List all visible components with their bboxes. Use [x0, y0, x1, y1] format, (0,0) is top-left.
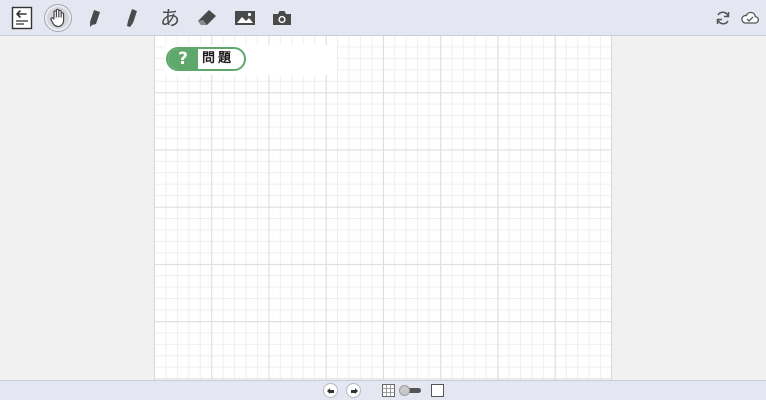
marker-icon: [127, 9, 137, 27]
back-to-list-icon: [11, 6, 33, 30]
hand-tool-button[interactable]: [44, 4, 72, 32]
toggle-knob: [399, 385, 410, 396]
hand-icon: [50, 8, 65, 28]
back-to-list-button[interactable]: [8, 4, 36, 32]
redo-button[interactable]: [346, 383, 361, 398]
eraser-tool-button[interactable]: [193, 4, 221, 32]
blank-page-icon[interactable]: [431, 384, 444, 397]
question-card[interactable]: ? 問題: [165, 45, 337, 75]
cloud-button[interactable]: [736, 4, 764, 32]
marker-tool-button[interactable]: [118, 4, 146, 32]
bottom-toolbar: [0, 380, 766, 400]
camera-tool-button[interactable]: [268, 4, 296, 32]
grid-icon[interactable]: [382, 384, 395, 397]
undo-icon: [326, 387, 334, 394]
text-icon: あ: [160, 6, 180, 30]
sync-button[interactable]: [709, 4, 737, 32]
text-tool-button[interactable]: あ: [156, 4, 184, 32]
top-toolbar: あ: [0, 0, 766, 36]
image-tool-button[interactable]: [231, 4, 259, 32]
camera-icon: [273, 11, 291, 25]
undo-button[interactable]: [323, 383, 338, 398]
sync-icon: [716, 11, 730, 25]
image-icon: [235, 11, 255, 25]
grid-toggle[interactable]: [399, 385, 421, 396]
eraser-icon: [198, 10, 216, 25]
question-mark-icon: ?: [168, 49, 198, 69]
question-label: 問題: [202, 51, 235, 66]
notebook-canvas[interactable]: ? 問題: [154, 36, 612, 380]
pen-tool-button[interactable]: [82, 4, 110, 32]
cloud-icon: [741, 11, 759, 24]
question-badge: ? 問題: [166, 47, 246, 71]
redo-icon: [350, 387, 358, 394]
pen-icon: [90, 10, 100, 27]
